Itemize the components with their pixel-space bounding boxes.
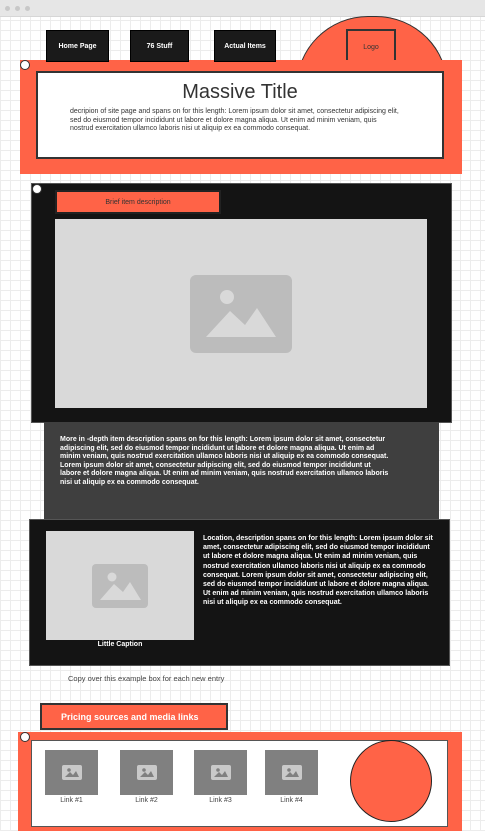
nav-actual-items-button[interactable]: Actual Items (214, 30, 276, 62)
link-4[interactable]: Link #4 (265, 797, 318, 804)
image-caption: Little Caption (97, 641, 143, 648)
brief-description-text: Brief item description (105, 198, 171, 206)
link-3-thumbnail[interactable] (194, 750, 247, 795)
window-dot-icon (5, 6, 10, 11)
image-placeholder-icon (136, 765, 157, 780)
drag-handle-icon[interactable] (32, 184, 42, 194)
nav-76-stuff-label: 76 Stuff (146, 42, 173, 50)
page-description: decripion of site page and spans on for … (70, 108, 399, 132)
window-dot-icon (15, 6, 20, 11)
link-3[interactable]: Link #3 (194, 797, 247, 804)
drag-handle-icon[interactable] (20, 732, 30, 742)
nav-home-label: Home Page (58, 42, 97, 50)
image-placeholder-icon (190, 274, 292, 353)
image-placeholder-icon (61, 765, 82, 780)
pricing-title: Pricing sources and media links (61, 711, 199, 722)
window-dot-icon (25, 6, 30, 11)
media-circle[interactable] (350, 740, 432, 822)
brief-description: Brief item description (55, 190, 221, 214)
location-image (46, 531, 194, 640)
pricing-header: Pricing sources and media links (40, 703, 228, 730)
nav-actual-items-label: Actual Items (224, 42, 266, 50)
image-placeholder-icon (281, 765, 302, 780)
window-top-bar (0, 0, 485, 17)
drag-handle-icon[interactable] (20, 60, 30, 70)
link-2[interactable]: Link #2 (120, 797, 173, 804)
in-depth-description: More in -depth item description spans on… (60, 436, 389, 486)
logo-label: Logo (363, 43, 379, 51)
image-placeholder-icon (210, 765, 231, 780)
link-2-thumbnail[interactable] (120, 750, 173, 795)
page-title: Massive Title (182, 81, 298, 103)
nav-76-stuff-button[interactable]: 76 Stuff (130, 30, 189, 62)
location-description: Location, description spans on for this … (203, 535, 433, 607)
nav-home-button[interactable]: Home Page (46, 30, 109, 62)
item-image (55, 219, 427, 408)
link-1[interactable]: Link #1 (45, 797, 98, 804)
copy-note: Copy over this example box for each new … (68, 674, 225, 683)
link-4-thumbnail[interactable] (265, 750, 318, 795)
image-placeholder-icon (92, 563, 148, 608)
link-1-thumbnail[interactable] (45, 750, 98, 795)
